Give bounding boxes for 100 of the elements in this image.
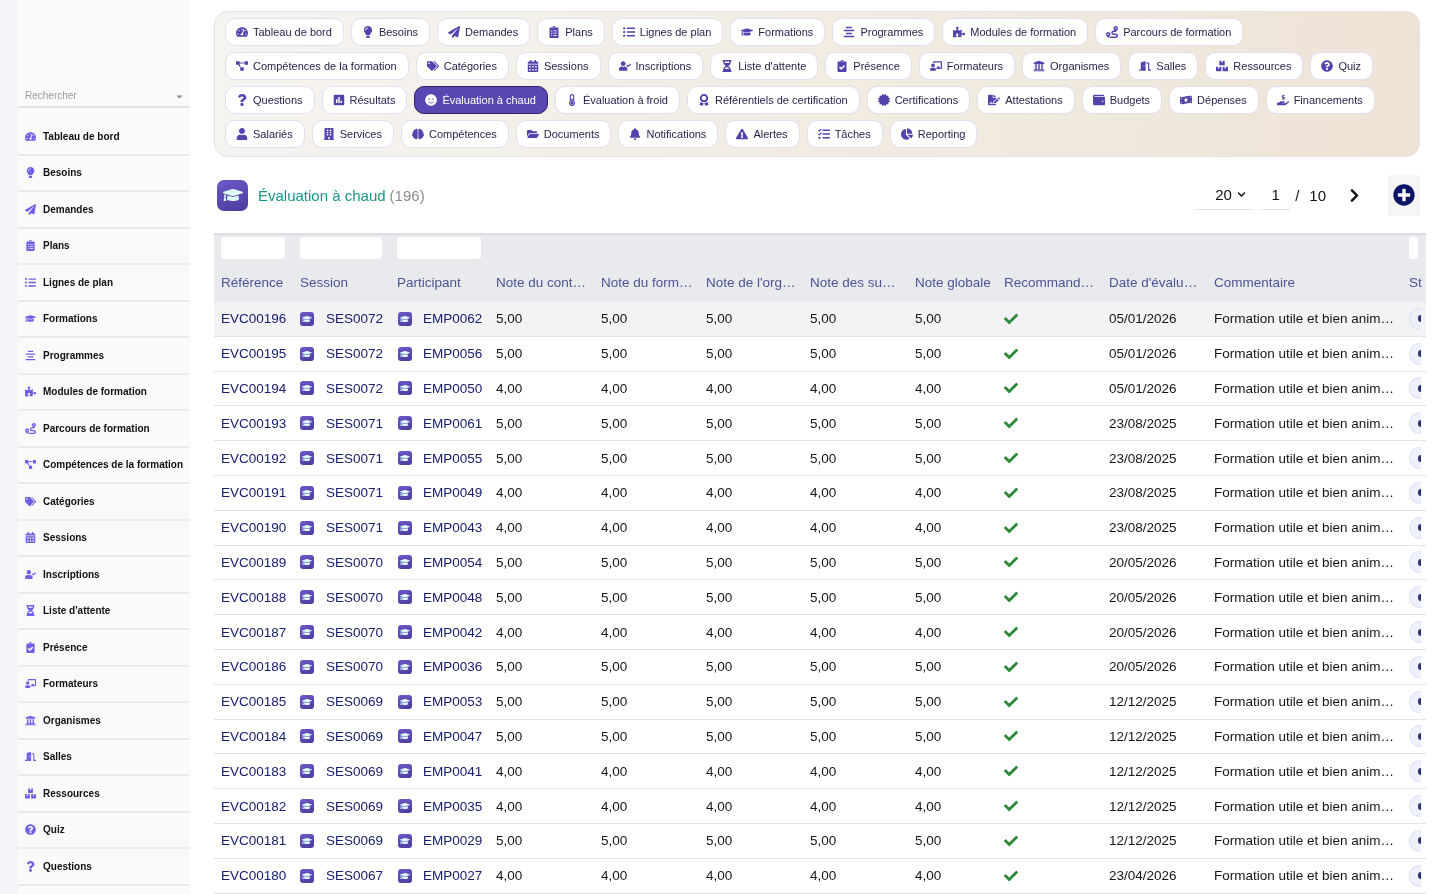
nav-tab[interactable]: Budgets	[1081, 86, 1163, 114]
participant-link[interactable]: EMP0053	[423, 694, 483, 710]
nav-tab[interactable]: Quiz	[1310, 52, 1374, 80]
sidebar-item[interactable]: Lignes de plan	[18, 265, 190, 302]
participant-link[interactable]: EMP0042	[423, 624, 483, 640]
session-link[interactable]: SES0072	[326, 381, 384, 396]
session-link[interactable]: SES0070	[326, 624, 384, 640]
nav-tab[interactable]: Liste d'attente	[710, 52, 819, 80]
sidebar-item[interactable]: Formateurs	[18, 666, 190, 703]
reference-link[interactable]: EVC00187	[214, 624, 287, 640]
nav-tab[interactable]: Présence	[825, 52, 912, 80]
nav-tab[interactable]: Évaluation à chaud	[414, 86, 548, 114]
participant-link[interactable]: EMP0036	[423, 659, 483, 675]
nav-tab[interactable]: Ressources	[1205, 52, 1304, 80]
nav-tab[interactable]: Évaluation à froid	[554, 86, 680, 114]
nav-tab[interactable]: Services	[311, 120, 394, 148]
nav-tab[interactable]: Formations	[730, 18, 826, 46]
sidebar-item[interactable]: Programmes	[18, 338, 190, 375]
reference-link[interactable]: EVC00188	[214, 589, 287, 605]
sidebar-item[interactable]: Sessions	[18, 520, 190, 557]
nav-tab[interactable]: Compétences	[400, 120, 509, 148]
participant-link[interactable]: EMP0047	[423, 728, 483, 744]
participant-link[interactable]: EMP0061	[423, 415, 483, 431]
participant-link[interactable]: EMP0041	[423, 763, 483, 779]
sidebar-item[interactable]: Ressources	[18, 776, 190, 813]
session-link[interactable]: SES0071	[326, 415, 384, 431]
column-header[interactable]: Note de l'org…	[699, 275, 796, 290]
nav-tab[interactable]: Certifications	[866, 86, 971, 114]
session-link[interactable]: SES0070	[326, 659, 384, 675]
participant-link[interactable]: EMP0056	[423, 346, 483, 362]
reference-link[interactable]: EVC00191	[214, 485, 287, 501]
nav-tab[interactable]: Référentiels de certification	[686, 86, 860, 114]
nav-tab[interactable]: Parcours de formation	[1095, 18, 1244, 46]
nav-tab[interactable]: Compétences de la formation	[225, 52, 409, 80]
nav-tab[interactable]: Besoins	[350, 18, 431, 46]
nav-tab[interactable]: Reporting	[889, 120, 978, 148]
column-header[interactable]: Note du form…	[594, 275, 693, 290]
participant-link[interactable]: EMP0062	[423, 311, 483, 327]
reference-link[interactable]: EVC00180	[214, 868, 287, 884]
nav-tab[interactable]: Organismes	[1022, 52, 1122, 80]
nav-tab[interactable]: Documents	[515, 120, 612, 148]
session-link[interactable]: SES0069	[326, 763, 384, 779]
column-header[interactable]: Participant	[390, 275, 461, 290]
nav-tab[interactable]: Formateurs	[918, 52, 1016, 80]
session-link[interactable]: SES0071	[326, 485, 384, 501]
nav-tab[interactable]: Tâches	[806, 120, 883, 148]
session-link[interactable]: SES0072	[326, 346, 384, 362]
nav-tab[interactable]: Questions	[225, 86, 315, 114]
reference-link[interactable]: EVC00183	[214, 763, 287, 779]
session-link[interactable]: SES0069	[326, 694, 384, 710]
sidebar-item[interactable]: Quiz	[18, 812, 190, 849]
session-link[interactable]: SES0070	[326, 589, 384, 605]
session-link[interactable]: SES0071	[326, 450, 384, 466]
reference-link[interactable]: EVC00192	[214, 450, 287, 466]
reference-link[interactable]: EVC00195	[214, 346, 287, 362]
sidebar-item[interactable]: Compétences de la formation	[18, 447, 190, 484]
sidebar-item[interactable]: Questions	[18, 849, 190, 886]
participant-link[interactable]: EMP0055	[423, 450, 483, 466]
nav-tab[interactable]: Modules de formation	[942, 18, 1089, 46]
session-link[interactable]: SES0072	[326, 311, 384, 327]
session-link[interactable]: SES0070	[326, 554, 384, 570]
add-button[interactable]	[1388, 174, 1420, 216]
nav-tab[interactable]: Notifications	[618, 120, 719, 148]
reference-link[interactable]: EVC00185	[214, 694, 287, 710]
participant-link[interactable]: EMP0049	[423, 485, 483, 501]
reference-link[interactable]: EVC00190	[214, 520, 287, 536]
nav-tab[interactable]: Tableau de bord	[225, 18, 344, 46]
search-field[interactable]: Rechercher	[18, 84, 190, 108]
nav-tab[interactable]: Programmes	[832, 18, 936, 46]
sidebar-item[interactable]: Besoins	[18, 155, 190, 192]
session-link[interactable]: SES0069	[326, 798, 384, 814]
reference-link[interactable]: EVC00196	[214, 311, 287, 327]
column-header[interactable]: Note du cont…	[489, 275, 587, 290]
sidebar-item[interactable]: Catégories	[18, 484, 190, 521]
column-header[interactable]: Recommand…	[997, 275, 1095, 290]
sidebar-item[interactable]: Organismes	[18, 703, 190, 740]
column-header[interactable]: Note globale	[908, 275, 991, 290]
session-link[interactable]: SES0069	[326, 833, 384, 849]
nav-tab[interactable]: Plans	[537, 18, 605, 46]
nav-tab[interactable]: Financements	[1265, 86, 1375, 114]
participant-link[interactable]: EMP0029	[423, 833, 483, 849]
sidebar-item[interactable]: Présence	[18, 630, 190, 667]
participant-link[interactable]: EMP0050	[423, 381, 483, 396]
page-field[interactable]: 1	[1261, 180, 1291, 210]
reference-link[interactable]: EVC00181	[214, 833, 287, 849]
column-header[interactable]: Référence	[214, 275, 284, 290]
nav-tab[interactable]: Salles	[1128, 52, 1199, 80]
participant-link[interactable]: EMP0054	[423, 554, 483, 570]
participant-link[interactable]: EMP0048	[423, 589, 483, 605]
sidebar-item[interactable]: Liste d'attente	[18, 593, 190, 630]
session-link[interactable]: SES0071	[326, 520, 384, 536]
session-link[interactable]: SES0067	[326, 868, 384, 884]
nav-tab[interactable]: Demandes	[437, 18, 531, 46]
column-header[interactable]: St	[1402, 275, 1422, 290]
nav-tab[interactable]: Sessions	[515, 52, 601, 80]
column-header[interactable]: Date d'évalu…	[1102, 275, 1198, 290]
participant-link[interactable]: EMP0035	[423, 798, 483, 814]
sidebar-item[interactable]: Modules de formation	[18, 374, 190, 411]
reference-link[interactable]: EVC00189	[214, 554, 287, 570]
nav-tab[interactable]: Salariés	[225, 120, 305, 148]
